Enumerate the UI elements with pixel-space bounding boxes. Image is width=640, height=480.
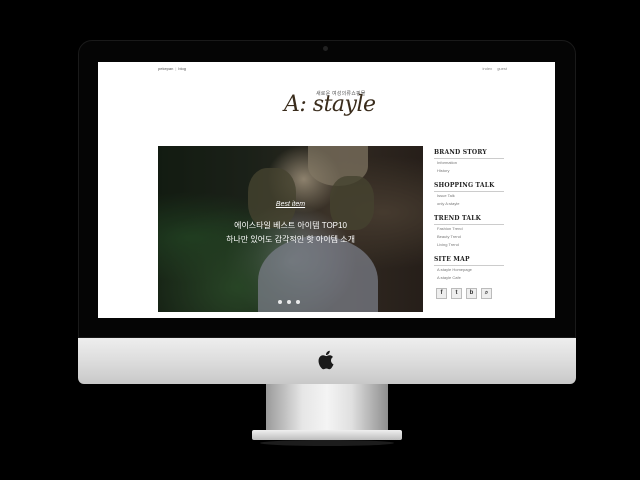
social-links: f t b ⌕ [436, 288, 504, 299]
sidebar-heading[interactable]: SHOPPING TALK [434, 179, 504, 192]
sidebar-item-information[interactable]: Information [437, 159, 504, 167]
top-right-links: index guest [483, 66, 507, 71]
sidebar-heading[interactable]: TREND TALK [434, 212, 504, 225]
monitor-stand-foot [252, 430, 402, 440]
sidebar-item-homepage[interactable]: A:stayle Homepage [437, 266, 504, 274]
sidebar-group-shopping-talk: SHOPPING TALK Issue Talk only A:stayle [434, 179, 504, 208]
top-bar: pekepan | blog index guest [98, 62, 555, 74]
hero-banner[interactable]: Best item 에이스타일 베스트 아이템 TOP10 하나만 있어도 감각… [158, 146, 423, 312]
search-icon[interactable]: ⌕ [481, 288, 492, 299]
hero-subtitle: 하나만 있어도 감각적인 핫 아이템 소개 [226, 235, 355, 244]
sidebar-item-living-trend[interactable]: Living Trend [437, 241, 504, 249]
website-screen: pekepan | blog index guest 새로운 여성의류쇼핑몰 A: … [98, 62, 555, 318]
sidebar-group-site-map: SITE MAP A:stayle Homepage A:stayle Cafe [434, 253, 504, 282]
slider-dot-1[interactable] [278, 300, 282, 304]
sidebar-heading[interactable]: BRAND STORY [434, 146, 504, 159]
facebook-icon[interactable]: f [436, 288, 447, 299]
slider-dot-3[interactable] [296, 300, 300, 304]
apple-logo-icon [318, 350, 334, 370]
sidebar-item-fashion-trend[interactable]: Fashion Trend [437, 225, 504, 233]
hero-tag[interactable]: Best item [158, 201, 423, 208]
sidebar-heading[interactable]: SITE MAP [434, 253, 504, 266]
mockup-stage: pekepan | blog index guest 새로운 여성의류쇼핑몰 A: … [0, 0, 640, 480]
monitor-stand-shadow [260, 440, 394, 446]
blog-icon[interactable]: b [466, 288, 477, 299]
sidebar: BRAND STORY Information History SHOPPING… [434, 146, 504, 299]
brand-logo[interactable]: A: stayle [284, 92, 376, 117]
slider-dots [278, 300, 300, 304]
top-link-guest[interactable]: guest [497, 66, 507, 71]
monitor-stand-neck [266, 384, 388, 432]
twitter-icon[interactable]: t [451, 288, 462, 299]
sidebar-group-trend-talk: TREND TALK Fashion Trend Beauty Trend Li… [434, 212, 504, 249]
sidebar-item-beauty-trend[interactable]: Beauty Trend [437, 233, 504, 241]
sidebar-item-issue-talk[interactable]: Issue Talk [437, 192, 504, 200]
top-link-pekepan[interactable]: pekepan [158, 66, 173, 71]
camera-icon [323, 46, 328, 51]
top-left-links: pekepan | blog [158, 66, 186, 71]
sidebar-item-history[interactable]: History [437, 167, 504, 175]
sidebar-item-cafe[interactable]: A:stayle Cafe [437, 274, 504, 282]
sidebar-item-only-astayle[interactable]: only A:stayle [437, 200, 504, 208]
sidebar-group-brand-story: BRAND STORY Information History [434, 146, 504, 175]
slider-dot-2[interactable] [287, 300, 291, 304]
hero-title: 에이스타일 베스트 아이템 TOP10 [234, 221, 347, 230]
top-link-blog[interactable]: blog [178, 66, 186, 71]
top-link-index[interactable]: index [483, 66, 493, 71]
